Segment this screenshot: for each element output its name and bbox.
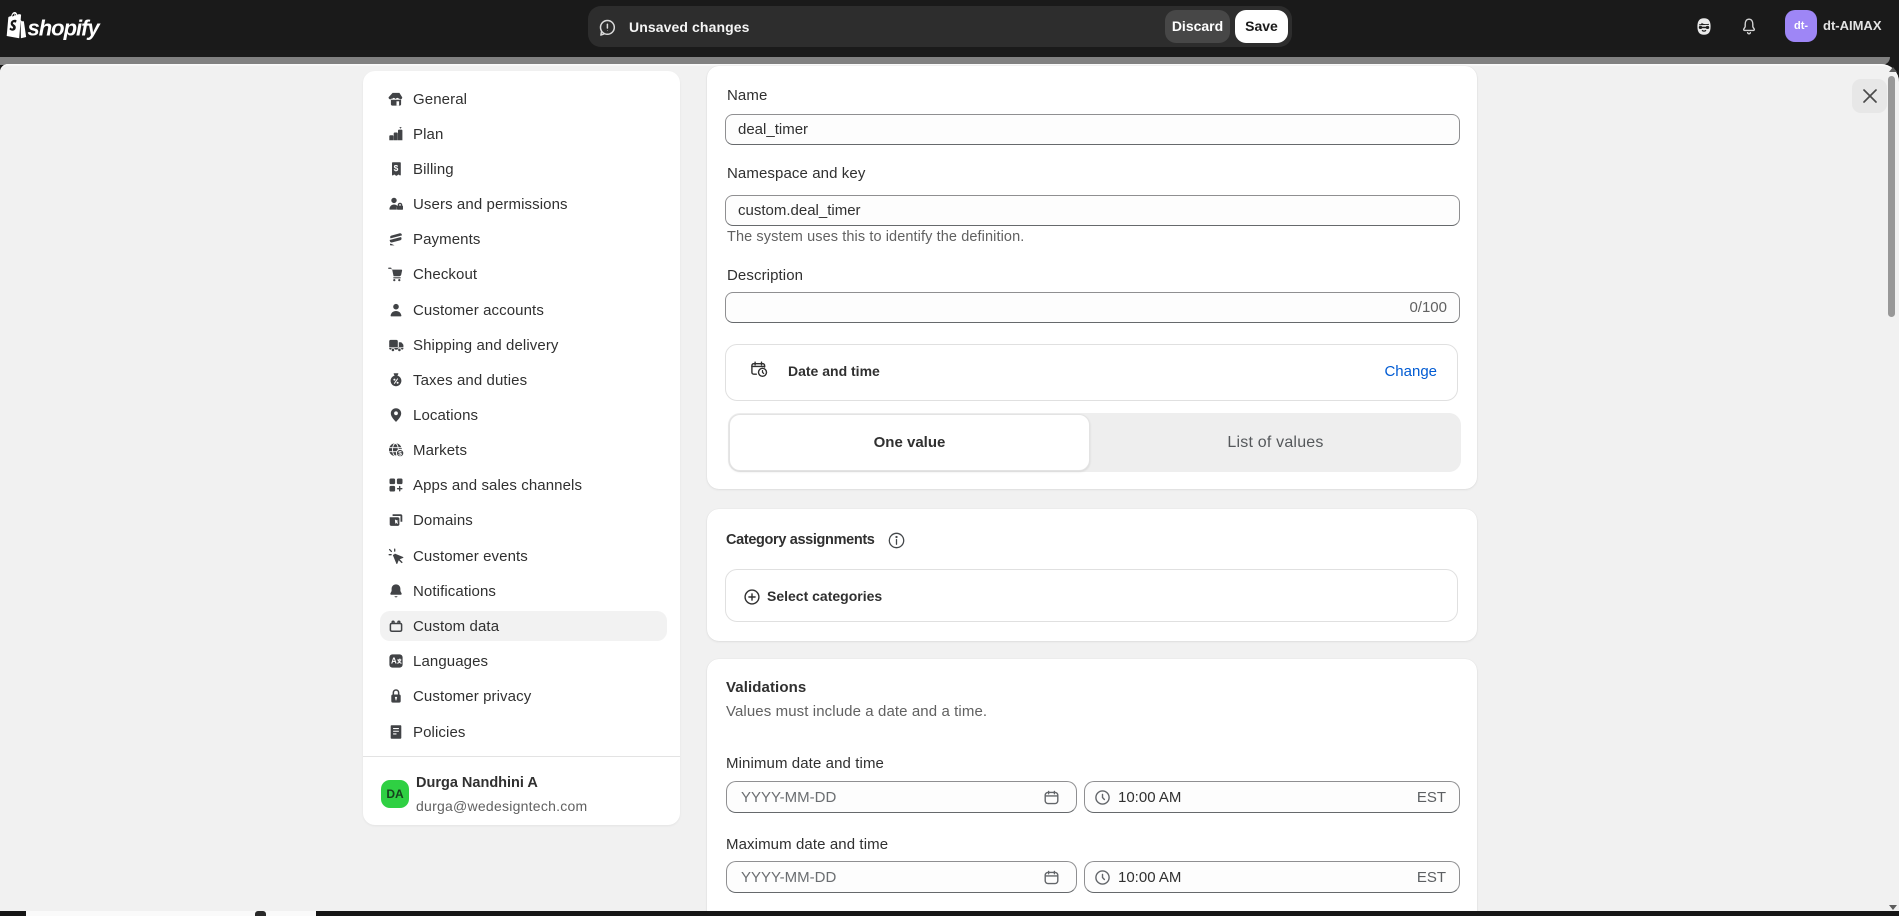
svg-text:$: $ [398, 451, 402, 458]
svg-text:$: $ [394, 163, 399, 173]
svg-text:shopify: shopify [28, 16, 102, 41]
svg-text:A: A [391, 657, 397, 666]
